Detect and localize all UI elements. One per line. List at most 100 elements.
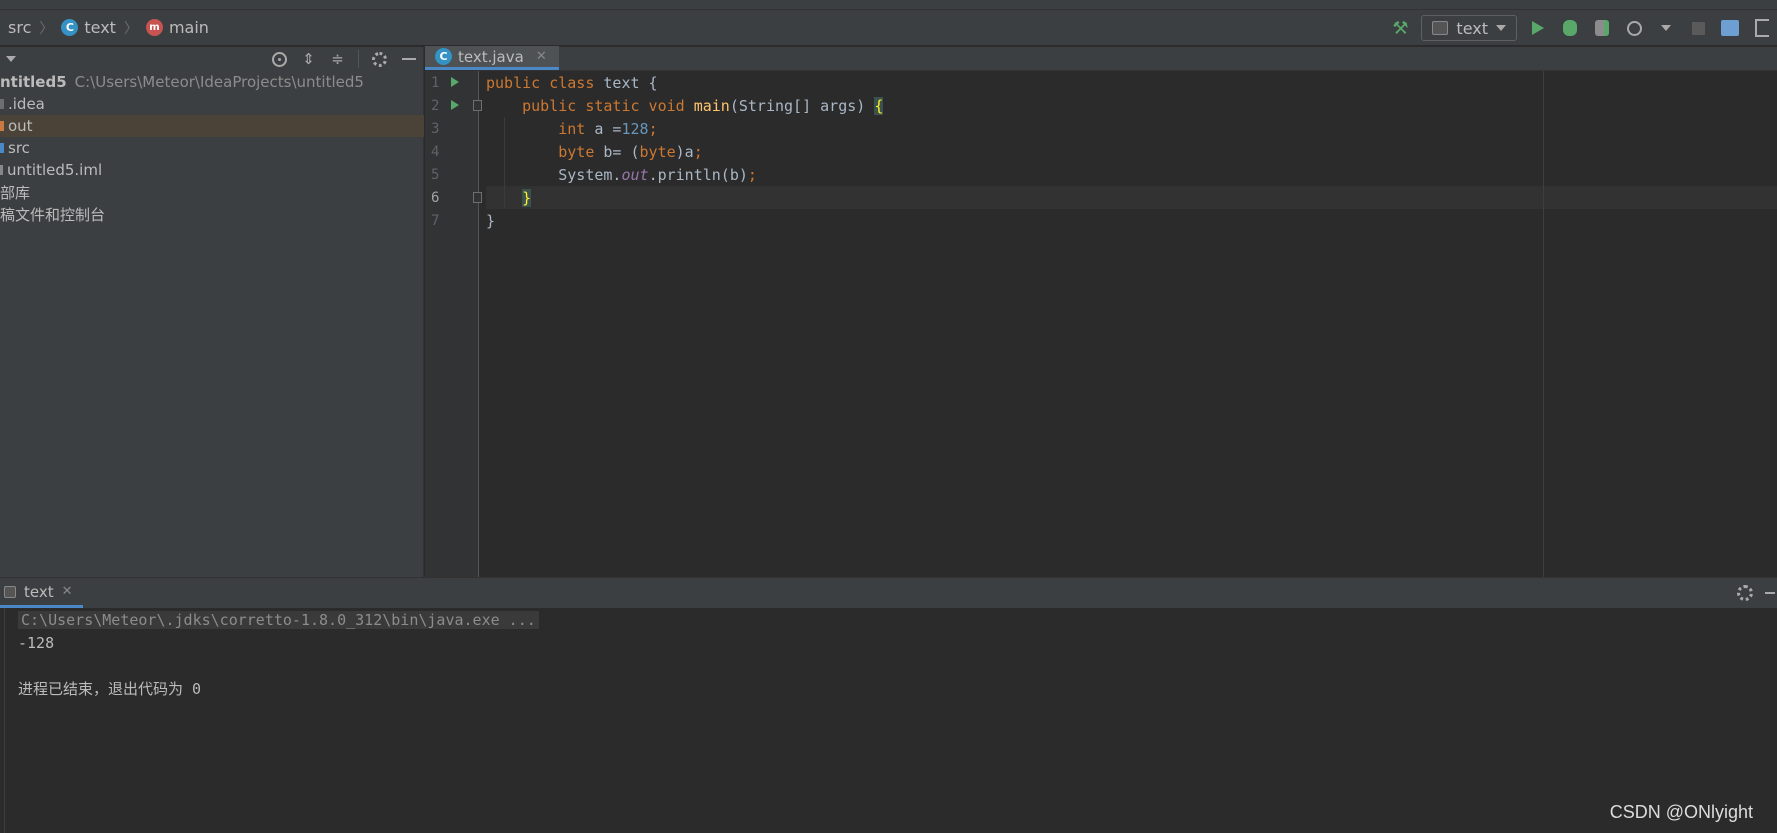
project-root-name: ntitled5 xyxy=(0,73,67,91)
tree-item-label: .idea xyxy=(8,95,45,113)
select-opened-file-button[interactable] xyxy=(271,51,288,68)
run-gutter-icon[interactable] xyxy=(451,100,459,110)
project-root-path: C:\Users\Meteor\IdeaProjects\untitled5 xyxy=(74,73,364,91)
collapse-all-icon: ≑ xyxy=(331,50,344,68)
line-number-text: 5 xyxy=(431,166,440,183)
close-icon[interactable]: ✕ xyxy=(62,584,73,599)
tree-item-label: untitled5.iml xyxy=(7,161,103,179)
tree-item-out[interactable]: out xyxy=(0,115,424,137)
breadcrumb-method-label: main xyxy=(168,18,209,37)
project-settings-button[interactable] xyxy=(371,51,388,68)
minus-icon xyxy=(401,58,416,60)
main-toolbar: ⚒ text xyxy=(1389,10,1777,46)
chevron-down-icon xyxy=(1496,25,1506,31)
toolbar-divider xyxy=(358,50,359,68)
line-number-text: 6 xyxy=(431,189,440,206)
run-tab-label: text xyxy=(24,582,54,601)
code-line[interactable]: } xyxy=(486,186,1777,209)
breadcrumb: src 〉 C text 〉 m main xyxy=(0,18,209,38)
run-button[interactable] xyxy=(1527,17,1549,39)
project-tree: ntitled5 C:\Users\Meteor\IdeaProjects\un… xyxy=(0,71,424,225)
project-panel-tools: ⇕ ≑ xyxy=(271,47,417,71)
edge-toolbar-button[interactable] xyxy=(1751,17,1773,39)
hide-panel-button[interactable] xyxy=(400,51,417,68)
more-run-options-button[interactable] xyxy=(1655,17,1677,39)
navigation-bar: src 〉 C text 〉 m main ⚒ text xyxy=(0,10,1777,46)
build-hammer-icon[interactable]: ⚒ xyxy=(1389,18,1411,39)
breadcrumb-src-label: src xyxy=(8,18,32,37)
console-line: -128 xyxy=(5,631,1777,654)
file-icon xyxy=(0,165,3,175)
crosshair-icon xyxy=(272,51,287,67)
minus-icon[interactable] xyxy=(1765,592,1775,594)
folder-icon xyxy=(0,99,4,109)
line-number: 4 xyxy=(425,140,478,163)
chevron-down-icon[interactable] xyxy=(6,56,16,62)
line-number-text: 1 xyxy=(431,74,440,91)
breadcrumb-class[interactable]: C text xyxy=(61,18,116,37)
console-command[interactable]: C:\Users\Meteor\.jdks\corretto-1.8.0_312… xyxy=(18,610,539,629)
debug-button[interactable] xyxy=(1559,17,1581,39)
fold-icon[interactable] xyxy=(473,192,482,203)
gear-icon[interactable] xyxy=(1737,585,1753,601)
editor-scrollbar[interactable] xyxy=(1765,71,1777,577)
project-structure-button[interactable] xyxy=(1719,17,1741,39)
run-tab-text[interactable]: text ✕ xyxy=(0,578,83,608)
tree-root[interactable]: ntitled5 C:\Users\Meteor\IdeaProjects\un… xyxy=(0,71,424,93)
tree-item-label: 部库 xyxy=(0,183,31,202)
tree-item-label: src xyxy=(8,139,30,157)
breadcrumb-method[interactable]: m main xyxy=(145,18,209,37)
tree-item-scratches[interactable]: 稿文件和控制台 xyxy=(0,203,424,225)
code-line[interactable]: } xyxy=(486,209,1777,232)
menu-bar xyxy=(0,0,1777,10)
run-panel-header: text ✕ xyxy=(0,578,1777,608)
profile-button[interactable] xyxy=(1623,17,1645,39)
tree-item-external-libraries[interactable]: 部库 xyxy=(0,181,424,203)
play-icon xyxy=(1532,21,1544,35)
line-number-text: 3 xyxy=(431,120,440,137)
console-line: 进程已结束，退出代码为 0 xyxy=(5,677,1777,700)
tab-label: text.java xyxy=(458,47,524,66)
code-line[interactable]: public class text { xyxy=(486,71,1777,94)
class-icon: C xyxy=(435,48,452,65)
console-output[interactable]: C:\Users\Meteor\.jdks\corretto-1.8.0_312… xyxy=(4,608,1777,833)
project-panel: ⇕ ≑ ntitled5 C:\Users\Meteor\IdeaProject… xyxy=(0,47,424,577)
stop-button[interactable] xyxy=(1687,17,1709,39)
code-line[interactable]: byte b= (byte)a; xyxy=(486,140,1777,163)
line-number: 6 xyxy=(425,186,482,209)
editor-area: C text.java ✕ 1 2 3 4 5 6 7 public class… xyxy=(425,46,1777,577)
chevron-down-icon xyxy=(1661,25,1671,31)
run-gutter-icon[interactable] xyxy=(451,77,459,87)
window-icon xyxy=(1755,19,1769,37)
close-icon[interactable]: ✕ xyxy=(536,49,547,64)
code-editor[interactable]: public class text { public static void m… xyxy=(486,71,1777,232)
watermark: CSDN @ONlyight xyxy=(1609,802,1753,822)
coverage-button[interactable] xyxy=(1591,17,1613,39)
chevron-right-icon: 〉 xyxy=(39,20,54,37)
code-line[interactable]: int a = 128; xyxy=(486,117,1777,140)
code-line[interactable]: public static void main (String[] args) { xyxy=(486,94,1777,117)
folder-icon xyxy=(0,121,4,131)
stop-icon xyxy=(1691,21,1705,35)
run-panel: text ✕ C:\Users\Meteor\.jdks\corretto-1.… xyxy=(0,577,1777,833)
tree-item-idea[interactable]: .idea xyxy=(0,93,424,115)
indent-guide xyxy=(504,117,505,209)
console-line: C:\Users\Meteor\.jdks\corretto-1.8.0_312… xyxy=(5,608,1777,631)
code-line[interactable]: System. out .println(b); xyxy=(486,163,1777,186)
expand-all-button[interactable]: ⇕ xyxy=(300,50,317,68)
collapse-all-button[interactable]: ≑ xyxy=(329,50,346,68)
breadcrumb-src[interactable]: src xyxy=(8,18,31,37)
fold-icon[interactable] xyxy=(473,100,482,111)
coverage-icon xyxy=(1595,20,1609,36)
chevron-right-icon: 〉 xyxy=(123,20,138,37)
right-margin-guide xyxy=(1543,71,1544,577)
tab-text-java[interactable]: C text.java ✕ xyxy=(425,46,559,70)
tree-item-iml[interactable]: untitled5.iml xyxy=(0,159,424,181)
tree-item-label: 稿文件和控制台 xyxy=(0,205,106,224)
console-exit-message: 进程已结束，退出代码为 0 xyxy=(18,680,202,698)
run-configuration-select[interactable]: text xyxy=(1421,15,1517,41)
line-number-text: 7 xyxy=(431,212,440,229)
editor-tab-bar: C text.java ✕ xyxy=(425,46,1777,71)
tree-item-src[interactable]: src xyxy=(0,137,424,159)
